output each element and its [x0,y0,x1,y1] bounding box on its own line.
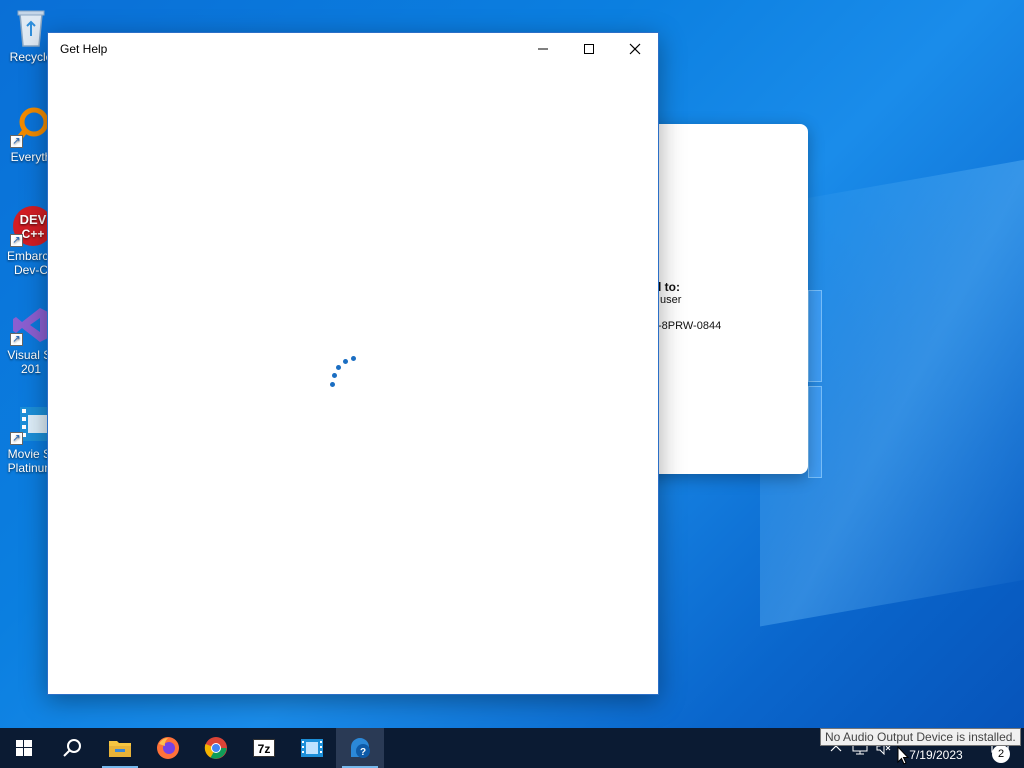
shortcut-arrow-icon: ↗ [10,135,23,148]
mouse-cursor-icon [897,746,909,765]
minimize-icon [538,48,548,50]
search-button[interactable] [48,728,96,768]
firefox-icon [157,737,179,759]
taskbar-firefox[interactable] [144,728,192,768]
shortcut-arrow-icon: ↗ [10,333,23,346]
get-help-icon: ? [351,738,370,758]
svg-text:DEV: DEV [20,212,47,227]
dialog-heading: l to: [658,280,680,294]
chrome-icon [204,737,227,759]
shortcut-arrow-icon: ↗ [10,234,23,247]
loading-spinner [326,353,358,393]
taskbar-7zip[interactable]: 7z [240,728,288,768]
devcpp-icon: DEV C++ ↗ [10,205,53,247]
close-icon [629,43,641,55]
minimize-button[interactable] [520,33,566,65]
window-titlebar[interactable]: Get Help [48,33,658,65]
movie-studio-icon: ↗ [10,403,52,445]
wallpaper-logo-pane [808,290,822,382]
taskbar-get-help[interactable]: ? [336,728,384,768]
taskbar-chrome[interactable] [192,728,240,768]
taskbar-movie-studio[interactable] [288,728,336,768]
7zip-icon-text: 7z [257,742,271,756]
7zip-icon: 7z [253,739,275,757]
visual-studio-icon: ↗ [10,304,52,346]
maximize-button[interactable] [566,33,612,65]
svg-text:?: ? [360,747,366,758]
start-button[interactable] [0,728,48,768]
folder-icon [109,741,131,757]
dialog-code-text: -8PRW-0844 [658,320,722,332]
taskbar-file-explorer[interactable] [96,728,144,768]
film-icon [301,739,323,757]
windows-logo-icon [16,740,32,756]
maximize-icon [584,44,594,54]
dialog-user-text: user [660,294,682,306]
wallpaper-logo-pane [808,386,822,478]
window-title: Get Help [60,42,108,56]
recycle-bin-icon [10,6,52,48]
close-button[interactable] [612,33,658,65]
volume-tooltip: No Audio Output Device is installed. [820,728,1021,746]
search-icon [63,739,81,757]
shortcut-arrow-icon: ↗ [10,432,23,445]
get-help-window[interactable]: Get Help [47,32,659,695]
svg-text:C++: C++ [22,227,45,241]
notification-count-badge: 2 [992,745,1010,763]
everything-search-icon: ↗ [10,106,52,148]
